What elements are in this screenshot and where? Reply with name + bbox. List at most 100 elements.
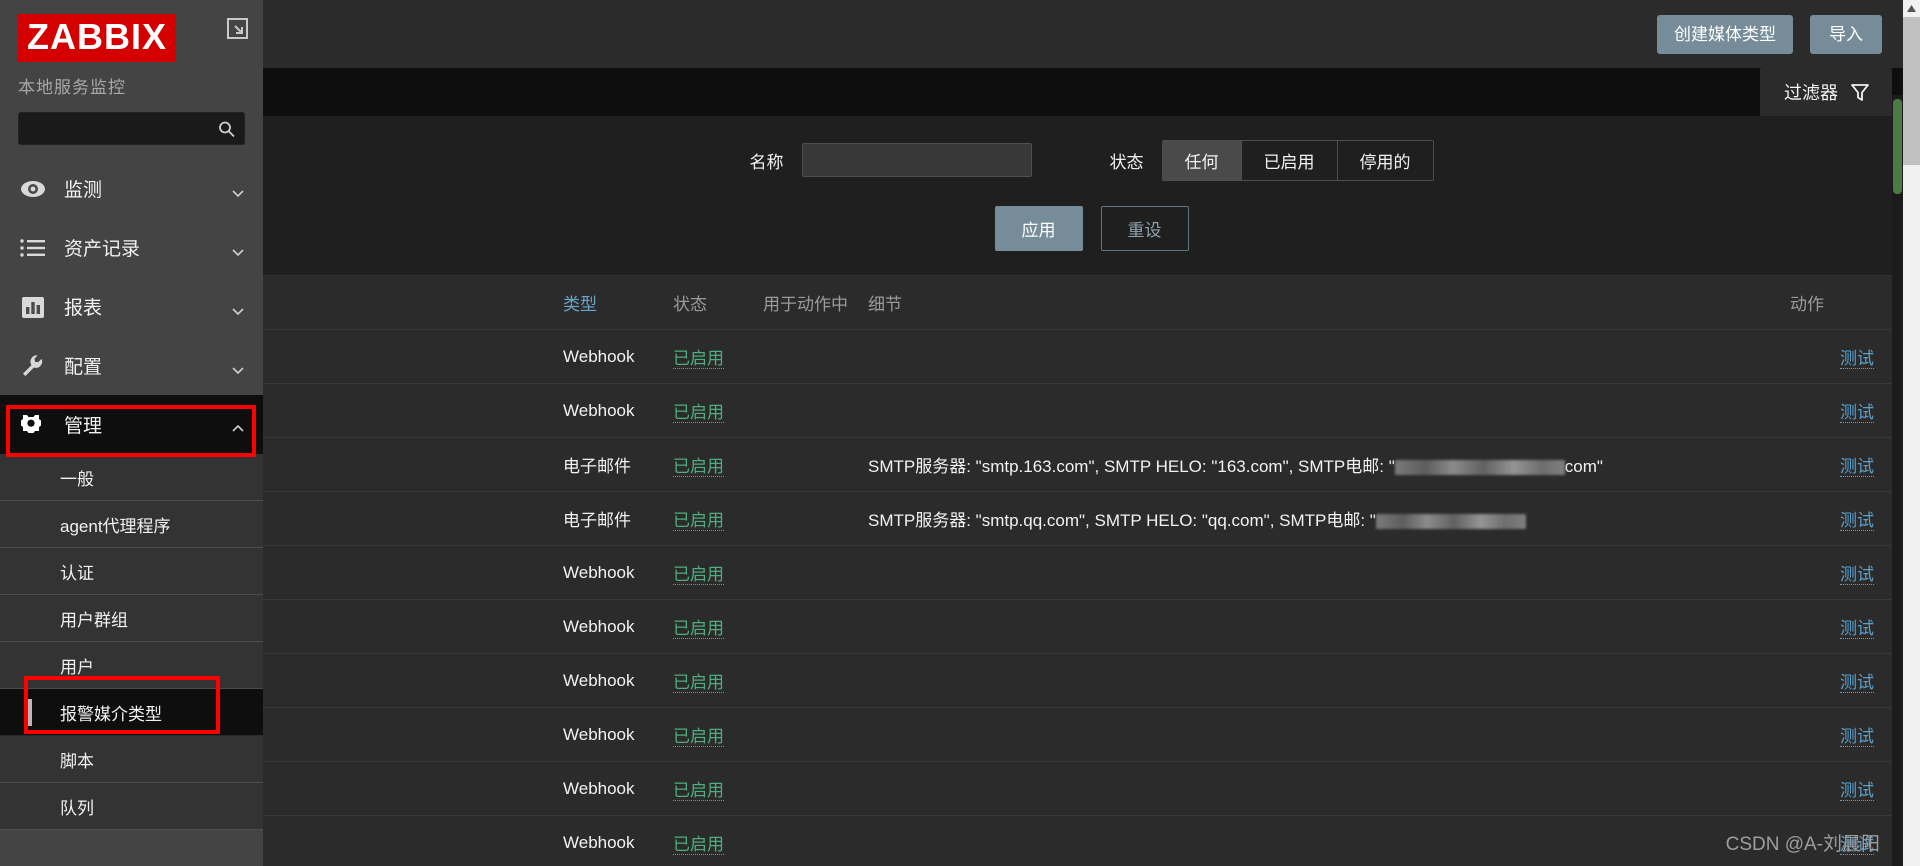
- table-row: Webhook已启用 测试: [263, 546, 1920, 600]
- test-link[interactable]: 测试: [1840, 727, 1874, 747]
- scroll-up-arrow-icon[interactable]: [1903, 0, 1920, 17]
- cell-name[interactable]: [263, 816, 563, 866]
- cell-details: SMTP服务器: "smtp.163.com", SMTP HELO: "163…: [868, 438, 1790, 492]
- content-scrollbar-thumb[interactable]: [1893, 99, 1902, 194]
- search-input[interactable]: [19, 113, 244, 144]
- media-types-table: 类型 状态 用于动作中 细节 动作 Webhook已启用测试Webhook已启用…: [263, 276, 1920, 866]
- filter-status-disabled[interactable]: 停用的: [1338, 141, 1433, 180]
- status-badge[interactable]: 已启用: [673, 781, 724, 801]
- search-box[interactable]: [18, 112, 245, 145]
- table-header: 类型 状态 用于动作中 细节 动作: [263, 276, 1920, 330]
- sidebar-item-administration[interactable]: 管理: [0, 395, 263, 454]
- table-row: Webhook已启用 测试: [263, 600, 1920, 654]
- status-badge[interactable]: 已启用: [673, 403, 724, 423]
- zabbix-logo: ZABBIX: [18, 14, 176, 62]
- sidebar-subitem-general[interactable]: 一般: [0, 454, 263, 501]
- cell-name[interactable]: [263, 438, 563, 492]
- import-button[interactable]: 导入: [1810, 15, 1882, 54]
- cell-used-in-actions: [763, 438, 868, 492]
- status-badge[interactable]: 已启用: [673, 727, 724, 747]
- sidebar-subitem-label: 用户: [60, 653, 94, 678]
- column-header-type[interactable]: 类型: [563, 276, 673, 330]
- sidebar-subitem-user-groups[interactable]: 用户群组: [0, 595, 263, 642]
- apply-button[interactable]: 应用: [995, 206, 1083, 251]
- status-badge[interactable]: 已启用: [673, 349, 724, 369]
- sidebar-subitem-label: 一般: [60, 465, 94, 490]
- filter-status-segmented: 任何 已启用 停用的: [1162, 140, 1434, 181]
- status-badge[interactable]: 已启用: [673, 565, 724, 585]
- cell-type: Webhook: [563, 546, 673, 600]
- sidebar-item-reports[interactable]: 报表: [0, 277, 263, 336]
- filter-status-any[interactable]: 任何: [1163, 141, 1242, 180]
- sidebar-nav: 监测 资产记录: [0, 159, 263, 830]
- chevron-up-icon: [232, 419, 244, 431]
- sidebar-subitem-label: agent代理程序: [60, 512, 171, 537]
- sidebar-subitem-label: 报警媒介类型: [60, 700, 162, 725]
- window-scrollbar-thumb[interactable]: [1903, 17, 1920, 165]
- bar-chart-icon: [18, 292, 48, 322]
- cell-name[interactable]: [263, 600, 563, 654]
- test-link[interactable]: 测试: [1840, 403, 1874, 423]
- cell-name[interactable]: [263, 708, 563, 762]
- sidebar-subitem-queue[interactable]: 队列: [0, 783, 263, 830]
- cell-status: 已启用: [673, 330, 763, 384]
- collapse-sidebar-icon[interactable]: [225, 16, 251, 42]
- cell-used-in-actions: [763, 816, 868, 866]
- filter-actions: 应用 重设: [263, 180, 1920, 275]
- test-link[interactable]: 测试: [1840, 619, 1874, 639]
- sidebar-item-inventory[interactable]: 资产记录: [0, 218, 263, 277]
- cell-type: 电子邮件: [563, 492, 673, 546]
- table-row: 电子邮件已启用SMTP服务器: "smtp.163.com", SMTP HEL…: [263, 438, 1920, 492]
- cell-details: SMTP服务器: "smtp.qq.com", SMTP HELO: "qq.c…: [868, 492, 1790, 546]
- create-media-type-button[interactable]: 创建媒体类型: [1657, 15, 1793, 54]
- filter-status-enabled[interactable]: 已启用: [1242, 141, 1338, 180]
- redacted-email: [1395, 460, 1565, 475]
- sidebar-item-label: 资产记录: [64, 234, 140, 261]
- sidebar-item-label: 管理: [64, 411, 102, 438]
- sidebar-subitem-scripts[interactable]: 脚本: [0, 736, 263, 783]
- wrench-icon: [18, 351, 48, 381]
- sidebar-subitem-media-types[interactable]: 报警媒介类型: [0, 689, 263, 736]
- test-link[interactable]: 测试: [1840, 349, 1874, 369]
- cell-type: Webhook: [563, 384, 673, 438]
- cell-used-in-actions: [763, 762, 868, 816]
- cell-used-in-actions: [763, 546, 868, 600]
- sidebar-item-monitoring[interactable]: 监测: [0, 159, 263, 218]
- cell-type: Webhook: [563, 600, 673, 654]
- reset-button[interactable]: 重设: [1101, 206, 1189, 251]
- window-scrollbar[interactable]: [1903, 0, 1920, 866]
- cell-status: 已启用: [673, 384, 763, 438]
- test-link[interactable]: 测试: [1840, 511, 1874, 531]
- test-link[interactable]: 测试: [1840, 673, 1874, 693]
- chevron-down-icon: [232, 360, 244, 372]
- cell-status: 已启用: [673, 546, 763, 600]
- cell-name[interactable]: [263, 330, 563, 384]
- status-badge[interactable]: 已启用: [673, 619, 724, 639]
- cell-status: 已启用: [673, 600, 763, 654]
- sidebar-subitem-authentication[interactable]: 认证: [0, 548, 263, 595]
- status-badge[interactable]: 已启用: [673, 673, 724, 693]
- cell-name[interactable]: [263, 492, 563, 546]
- cell-name[interactable]: [263, 384, 563, 438]
- page-toolbar: 创建媒体类型 导入: [263, 0, 1920, 68]
- test-link[interactable]: 测试: [1840, 781, 1874, 801]
- cell-details: [868, 546, 1790, 600]
- filter-name-input[interactable]: [802, 143, 1032, 177]
- status-badge[interactable]: 已启用: [673, 457, 724, 477]
- cell-used-in-actions: [763, 384, 868, 438]
- content-scrollbar[interactable]: [1892, 95, 1903, 866]
- cell-details: [868, 654, 1790, 708]
- cell-name[interactable]: [263, 654, 563, 708]
- sidebar-item-configuration[interactable]: 配置: [0, 336, 263, 395]
- cell-name[interactable]: [263, 762, 563, 816]
- sidebar-subitem-proxies[interactable]: agent代理程序: [0, 501, 263, 548]
- test-link[interactable]: 测试: [1840, 457, 1874, 477]
- filter-tab[interactable]: 过滤器: [1760, 68, 1892, 116]
- sidebar-subitem-users[interactable]: 用户: [0, 642, 263, 689]
- status-badge[interactable]: 已启用: [673, 835, 724, 855]
- test-link[interactable]: 测试: [1840, 565, 1874, 585]
- status-badge[interactable]: 已启用: [673, 511, 724, 531]
- test-link[interactable]: 测试: [1840, 835, 1874, 855]
- cell-name[interactable]: [263, 546, 563, 600]
- cell-used-in-actions: [763, 654, 868, 708]
